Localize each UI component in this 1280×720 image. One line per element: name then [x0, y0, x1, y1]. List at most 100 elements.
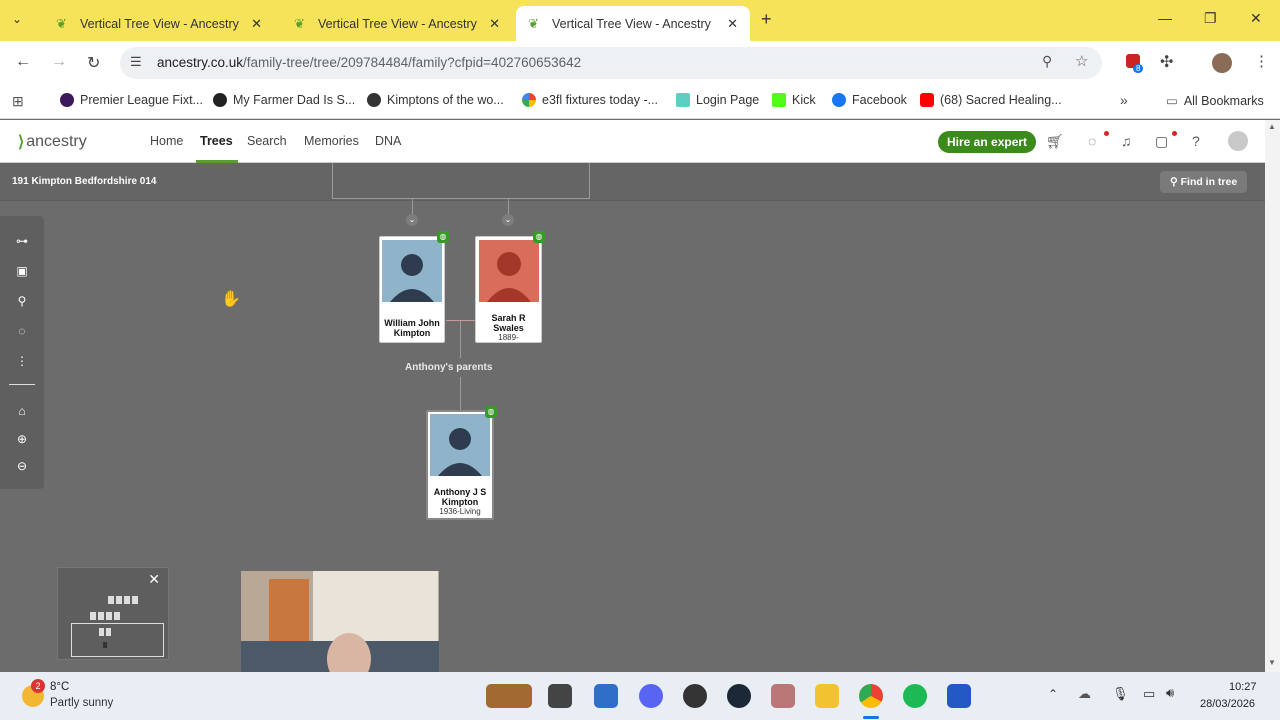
nav-memories[interactable]: Memories: [304, 134, 359, 148]
address-bar[interactable]: ☰ ancestry.co.uk/family-tree/tree/209784…: [120, 47, 1102, 79]
scroll-up-icon[interactable]: ▲: [1268, 122, 1276, 131]
forward-icon[interactable]: →: [51, 53, 67, 71]
bookmark-farmer-dad[interactable]: My Farmer Dad Is S...: [213, 93, 355, 107]
spotify-icon[interactable]: [903, 684, 927, 708]
tree-view-icon[interactable]: ⊶: [14, 234, 30, 248]
bookmark-login[interactable]: Login Page: [676, 93, 759, 107]
search-highlight-icon[interactable]: [486, 684, 532, 708]
zoom-out-icon[interactable]: ⊖: [14, 459, 30, 473]
home-person-icon[interactable]: ⌂: [14, 404, 30, 418]
tab-search-icon[interactable]: ⌄: [12, 12, 22, 26]
tab-1[interactable]: ❦ Vertical Tree View - Ancestry ✕: [44, 6, 274, 41]
bookmark-facebook[interactable]: Facebook: [832, 93, 907, 107]
bookmark-kimptons[interactable]: Kimptons of the wo...: [367, 93, 504, 107]
network-icon[interactable]: ▭: [1143, 686, 1155, 702]
tab-close-icon[interactable]: ✕: [727, 16, 738, 32]
scroll-down-icon[interactable]: ▼: [1268, 658, 1276, 667]
discord-icon[interactable]: [639, 684, 663, 708]
minimize-icon[interactable]: —: [1158, 10, 1172, 26]
bookmark-label: (68) Sacred Healing...: [940, 93, 1062, 107]
all-bookmarks[interactable]: ▭ All Bookmarks: [1166, 93, 1264, 109]
chrome-icon[interactable]: [859, 684, 883, 708]
ancestry-logo[interactable]: ⟩ ancestry: [18, 132, 87, 152]
bookmark-label: Kimptons of the wo...: [387, 93, 504, 107]
hint-leaf-icon[interactable]: ◍: [437, 231, 449, 243]
onedrive-icon[interactable]: ☁: [1078, 686, 1091, 702]
tab-2[interactable]: ❦ Vertical Tree View - Ancestry ✕: [282, 6, 512, 41]
volume-icon[interactable]: 🔊︎: [1166, 685, 1174, 701]
find-in-tree-button[interactable]: ⚲ Find in tree: [1160, 171, 1248, 193]
toolbar-divider: [9, 384, 35, 385]
zoom-in-icon[interactable]: ⊕: [14, 432, 30, 446]
clock-date[interactable]: 28/03/2026: [1200, 698, 1255, 710]
site-info-icon[interactable]: ☰: [130, 54, 142, 70]
microphone-icon[interactable]: 🎙︎: [1112, 686, 1129, 702]
url-text[interactable]: ancestry.co.uk/family-tree/tree/20978448…: [157, 55, 581, 70]
weather-description[interactable]: Partly sunny: [50, 697, 113, 709]
clock-time[interactable]: 10:27: [1229, 681, 1257, 693]
hints-tool-icon[interactable]: ◌: [14, 324, 30, 338]
bookmark-star-icon[interactable]: ☆: [1075, 52, 1088, 70]
page-scrollbar[interactable]: ▲ ▼: [1265, 120, 1280, 672]
male-avatar-icon: [430, 414, 490, 476]
apps-grid-icon[interactable]: ⊞: [12, 93, 24, 110]
media-icon[interactable]: ▣: [14, 264, 30, 278]
task-view-icon[interactable]: [548, 684, 572, 708]
tab-3-active[interactable]: ❦ Vertical Tree View - Ancestry ✕: [516, 6, 750, 41]
outlook-icon[interactable]: [594, 684, 618, 708]
expand-mother-parents-icon[interactable]: ⌄: [502, 214, 514, 226]
account-avatar[interactable]: [1228, 131, 1248, 151]
tree-canvas[interactable]: 191 Kimpton Bedfordshire 014 ⚲ Find in t…: [0, 163, 1265, 671]
nav-trees[interactable]: Trees: [200, 134, 233, 148]
steam-icon[interactable]: [727, 684, 751, 708]
back-icon[interactable]: ←: [15, 53, 31, 71]
hint-leaf-icon[interactable]: ◍: [533, 231, 545, 243]
hire-expert-button[interactable]: Hire an expert: [938, 131, 1037, 153]
bookmark-label: e3fl fixtures today -...: [542, 93, 659, 107]
hint-leaf-icon[interactable]: ◍: [485, 406, 497, 418]
bell-icon[interactable]: ♫: [1121, 133, 1132, 149]
messages-icon[interactable]: ▢: [1155, 133, 1168, 150]
tab-close-icon[interactable]: ✕: [489, 16, 500, 32]
window-close-icon[interactable]: ✕: [1250, 10, 1262, 27]
expand-father-parents-icon[interactable]: ⌄: [406, 214, 418, 226]
bookmark-premier-league[interactable]: Premier League Fixt...: [60, 93, 203, 107]
reload-icon[interactable]: ↻: [87, 53, 100, 73]
file-explorer-icon[interactable]: [815, 684, 839, 708]
obs-icon[interactable]: [683, 684, 707, 708]
person-card-mother[interactable]: Sarah R Swales 1889-: [475, 236, 542, 343]
game-icon[interactable]: [771, 684, 795, 708]
bookmark-kick[interactable]: Kick: [772, 93, 816, 107]
close-minimap-icon[interactable]: ✕: [148, 571, 160, 588]
more-options-icon[interactable]: ⋮: [14, 354, 30, 368]
minimap-block: [90, 612, 120, 620]
minimap-viewport[interactable]: [71, 623, 164, 657]
child-connector: [460, 321, 461, 358]
nav-home[interactable]: Home: [150, 134, 183, 148]
profile-avatar[interactable]: [1212, 53, 1232, 73]
zoom-icon[interactable]: ⚲: [1042, 53, 1052, 70]
help-icon[interactable]: ?: [1192, 133, 1200, 149]
app-icon[interactable]: [947, 684, 971, 708]
nav-dna[interactable]: DNA: [375, 134, 401, 148]
bookmark-sacred-healing[interactable]: (68) Sacred Healing...: [920, 93, 1062, 107]
browser-menu-icon[interactable]: ⋮: [1254, 52, 1269, 70]
folder-icon: ▭: [1166, 94, 1178, 108]
weather-temperature[interactable]: 8°C: [50, 681, 69, 693]
person-card-focus[interactable]: Anthony J S Kimpton 1936-Living: [426, 410, 494, 520]
tree-name[interactable]: 191 Kimpton Bedfordshire 014: [12, 176, 156, 187]
more-bookmarks-icon[interactable]: »: [1120, 92, 1128, 108]
extensions-puzzle-icon[interactable]: ✣: [1160, 52, 1173, 72]
tree-minimap[interactable]: ✕: [57, 567, 169, 660]
search-tree-icon[interactable]: ⚲: [14, 294, 30, 308]
hints-icon[interactable]: ◌: [1088, 133, 1096, 149]
person-card-father[interactable]: William John Kimpton: [379, 236, 445, 343]
restore-icon[interactable]: ❐: [1204, 10, 1217, 27]
bookmark-e3fl[interactable]: e3fl fixtures today -...: [522, 93, 658, 107]
new-tab-icon[interactable]: +: [761, 9, 772, 30]
tray-overflow-icon[interactable]: ⌃: [1048, 687, 1058, 701]
ancestry-favicon-icon: ❦: [528, 15, 539, 31]
cart-icon[interactable]: 🛒︎: [1046, 133, 1064, 150]
nav-search[interactable]: Search: [247, 134, 287, 148]
tab-close-icon[interactable]: ✕: [251, 16, 262, 32]
